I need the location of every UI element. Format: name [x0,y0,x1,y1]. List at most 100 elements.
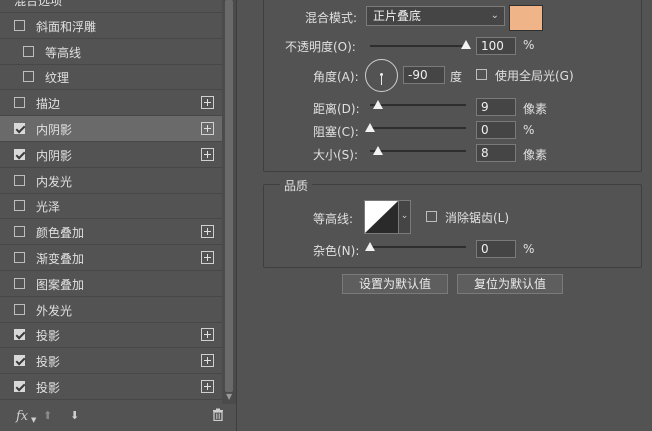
add-style-plus-icon[interactable] [201,328,214,342]
style-item[interactable]: 内阴影 [0,142,222,168]
add-style-plus-icon[interactable] [201,354,214,368]
scrollbar-thumb[interactable] [225,0,233,392]
style-item[interactable]: 投影 [0,322,222,349]
style-checkbox[interactable] [14,226,25,238]
style-item[interactable]: 等高线 [0,39,222,65]
distance-slider-track[interactable] [370,104,466,106]
style-item-label: 内阴影 [36,123,73,137]
contour-preview[interactable] [364,200,399,234]
blend-mode-label: 混合模式: [305,11,358,25]
opacity-label: 不透明度(O): [285,40,356,54]
style-item[interactable]: 投影 [0,374,222,400]
opacity-unit: % [523,38,535,52]
style-checkbox[interactable] [14,97,25,109]
blend-mode-select[interactable]: 正片叠底 ⌄ [366,6,505,26]
set-default-button[interactable]: 设置为默认值 [342,274,448,294]
contour-label: 等高线: [313,212,354,226]
style-item[interactable]: 颜色叠加 [0,219,222,246]
style-item[interactable]: 描边 [0,90,222,117]
shadow-color-swatch[interactable] [509,5,543,31]
opacity-slider-knob[interactable] [461,40,471,49]
style-item[interactable]: 外发光 [0,297,222,323]
size-unit: 像素 [523,148,548,162]
anti-alias-checkbox[interactable] [426,211,437,222]
angle-field[interactable]: -90 [403,66,445,84]
add-style-plus-icon[interactable] [201,225,214,239]
chevron-down-icon: ⌄ [400,211,409,221]
style-checkbox[interactable] [14,174,25,186]
style-item-label: 渐变叠加 [36,252,85,266]
style-item[interactable]: 纹理 [0,64,222,91]
contour-linear-icon [365,201,398,233]
style-item[interactable]: 内发光 [0,168,222,194]
style-checkbox[interactable] [23,45,34,57]
styles-scrollbar[interactable]: ▼ [222,0,236,404]
choke-label: 阻塞(C): [313,125,359,139]
style-checkbox[interactable] [14,200,25,212]
add-style-plus-icon[interactable] [201,380,214,393]
add-style-plus-icon[interactable] [201,147,214,161]
distance-field[interactable]: 9 [476,98,516,116]
chevron-down-icon: ⌄ [490,10,499,21]
style-item-label: 斜面和浮雕 [36,19,97,34]
angle-dial[interactable] [365,59,398,92]
move-down-icon[interactable]: ⬇ [70,409,79,422]
add-style-plus-icon[interactable] [201,251,214,264]
styles-list: 混合选项 斜面和浮雕 等高线 纹理 描边 内阴影 内阴影 内发光 光泽 颜色叠加 渐变叠加 图案叠加外… [0,0,222,404]
angle-unit: 度 [450,70,463,84]
style-item[interactable]: 光泽 [0,193,222,220]
fx-caret-icon[interactable]: ▼ [31,416,36,424]
scroll-down-arrow-icon[interactable]: ▼ [226,393,232,401]
fx-menu-icon[interactable]: fx [16,409,28,424]
size-field[interactable]: 8 [476,144,516,162]
style-item-label: 内发光 [36,174,73,189]
opacity-field[interactable]: 100 [476,37,516,55]
style-item-label: 描边 [36,97,61,112]
distance-label: 距离(D): [313,102,360,116]
style-item[interactable]: 渐变叠加 [0,245,222,271]
style-checkbox[interactable] [14,381,25,392]
angle-label: 角度(A): [313,70,359,84]
style-checkbox[interactable] [14,329,25,341]
style-checkbox[interactable] [14,303,25,315]
add-style-plus-icon[interactable] [201,96,214,110]
add-style-plus-icon[interactable] [201,122,214,135]
quality-title: 品质 [280,177,313,194]
anti-alias-label: 消除锯齿(L) [445,211,510,225]
style-item[interactable]: 斜面和浮雕 [0,13,222,39]
global-light-checkbox[interactable] [476,69,487,80]
style-checkbox[interactable] [14,19,25,31]
contour-dropdown[interactable]: ⌄ [398,200,411,234]
opacity-slider-track[interactable] [370,45,466,47]
choke-field[interactable]: 0 [476,121,516,139]
noise-field[interactable]: 0 [476,240,516,258]
noise-slider-knob[interactable] [365,242,375,251]
style-checkbox[interactable] [14,252,25,263]
choke-slider-track[interactable] [370,127,466,129]
choke-slider-knob[interactable] [365,123,375,132]
style-checkbox[interactable] [14,355,25,367]
style-checkbox[interactable] [23,71,34,83]
size-slider-track[interactable] [370,150,466,152]
style-item-label: 外发光 [36,303,73,318]
style-item-label: 纹理 [45,71,70,86]
row-divider [0,399,222,400]
style-item[interactable]: 图案叠加 [0,271,222,297]
style-checkbox[interactable] [14,123,25,134]
noise-slider-track[interactable] [370,246,466,248]
style-checkbox[interactable] [14,277,25,289]
style-item-label: 投影 [36,355,61,370]
distance-slider-knob[interactable] [373,100,383,109]
move-up-icon[interactable]: ⬆ [43,409,52,422]
trash-icon[interactable] [212,408,224,424]
style-item[interactable]: 内阴影 [0,116,222,142]
style-item-label: 颜色叠加 [36,226,85,241]
noise-label: 杂色(N): [313,244,360,258]
size-slider-knob[interactable] [373,146,383,155]
style-item[interactable]: 投影 [0,348,222,375]
style-item-label: 等高线 [45,45,82,60]
style-checkbox[interactable] [14,148,25,160]
reset-default-button[interactable]: 复位为默认值 [457,274,563,294]
style-item[interactable]: 混合选项 [0,0,222,13]
blend-mode-value: 正片叠底 [373,9,422,23]
